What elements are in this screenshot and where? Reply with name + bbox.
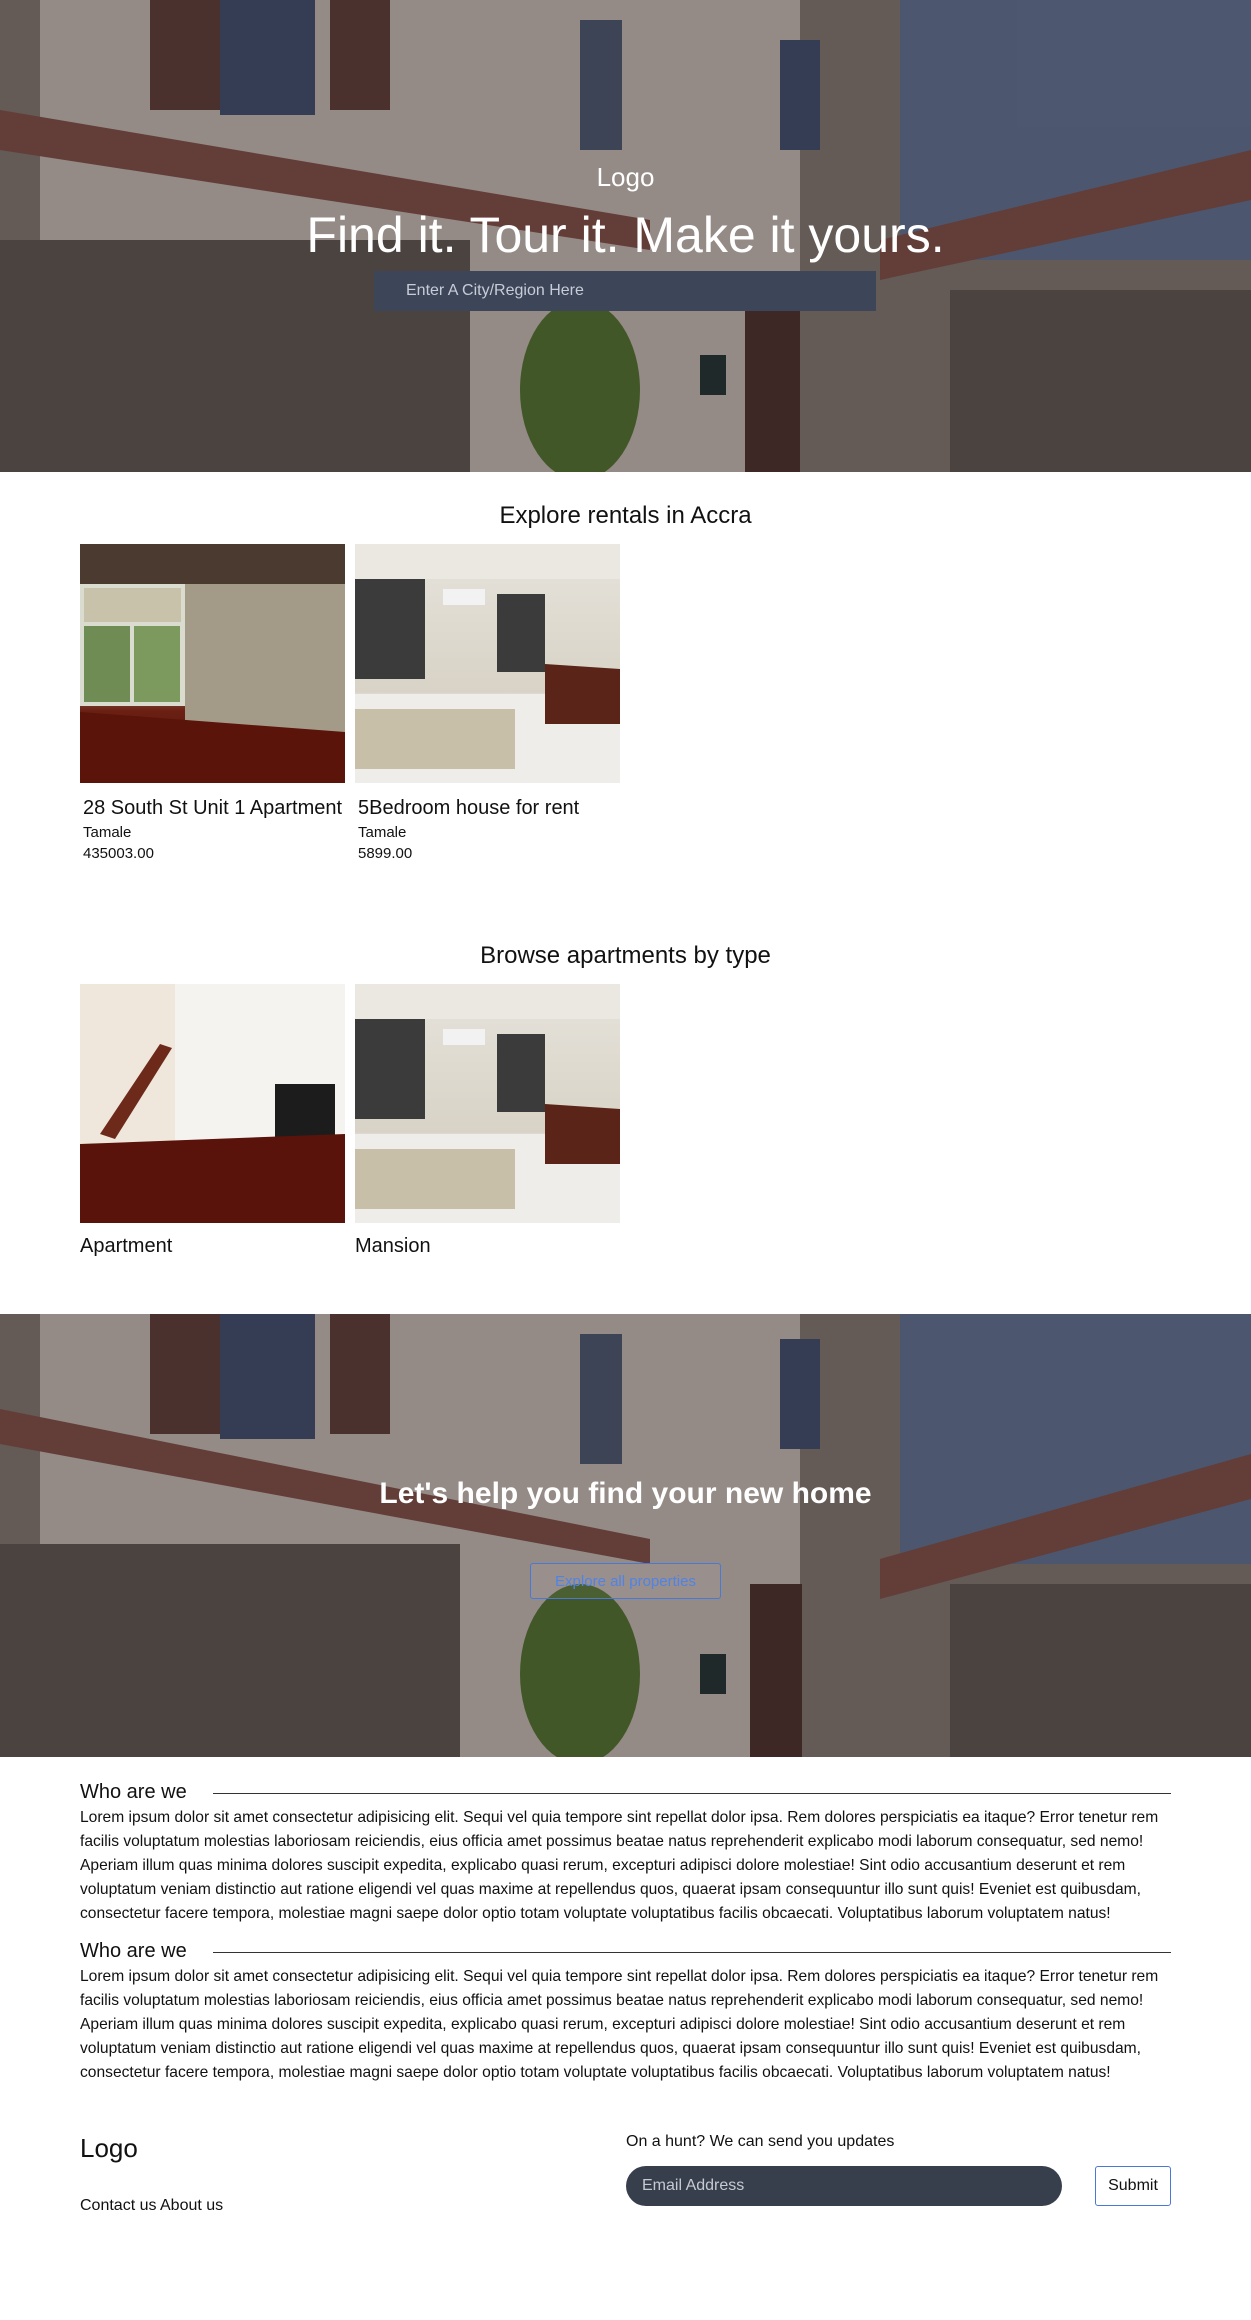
newsletter-prompt: On a hunt? We can send you updates [626,2133,895,2150]
cta-banner: Let's help you find your new home Explor… [0,1314,1251,1757]
type-card[interactable]: Mansion [355,984,620,1258]
about-block: Who are we Lorem ipsum dolor sit amet co… [80,1940,1171,2085]
rental-image[interactable] [80,544,345,783]
room-illustration [355,984,620,1223]
email-field[interactable] [626,2166,1062,2206]
types-list: Apartment Mansion [80,984,1171,1258]
types-title: Browse apartments by type [480,942,771,969]
room-illustration [355,544,620,783]
hero-banner: Logo Find it. Tour it. Make it yours. [0,0,1251,472]
rental-name[interactable]: 28 South St Unit 1 Apartment [83,797,345,820]
contact-us-link[interactable]: Contact us [80,2197,156,2215]
rentals-list: 28 South St Unit 1 Apartment Tamale 4350… [80,544,1171,862]
type-name[interactable]: Mansion [355,1235,620,1258]
rentals-section: Explore rentals in Accra 28 South St Uni… [0,502,1251,862]
about-section: Who are we Lorem ipsum dolor sit amet co… [0,1757,1251,2085]
rental-city: Tamale [358,824,407,841]
hero-logo[interactable]: Logo [0,162,1251,193]
type-name[interactable]: Apartment [80,1235,345,1258]
rental-name[interactable]: 5Bedroom house for rent [358,797,620,820]
hero-title: Find it. Tour it. Make it yours. [306,207,945,263]
rental-price: 5899.00 [358,845,413,862]
city-search-input[interactable] [374,271,876,311]
explore-all-properties-button[interactable]: Explore all properties [530,1563,721,1599]
about-title: Who are we [80,1940,187,1962]
room-illustration [80,984,345,1223]
rental-card[interactable]: 5Bedroom house for rent Tamale 5899.00 [355,544,620,862]
footer-logo[interactable]: Logo [80,2133,138,2164]
type-card[interactable]: Apartment [80,984,345,1258]
room-illustration [80,544,345,783]
about-title: Who are we [80,1781,187,1803]
cta-title: Let's help you find your new home [379,1477,872,1510]
rental-city: Tamale [83,824,132,841]
submit-button[interactable]: Submit [1095,2166,1171,2206]
footer: Logo About us Contact us On a hunt? We c… [0,2099,1251,2249]
rental-price: 435003.00 [83,845,154,862]
about-text: Lorem ipsum dolor sit amet consectetur a… [80,1809,1159,1922]
about-text: Lorem ipsum dolor sit amet consectetur a… [80,1968,1159,2081]
types-section: Browse apartments by type Apartment Mans… [0,942,1251,1258]
about-block: Who are we Lorem ipsum dolor sit amet co… [80,1781,1171,1926]
rentals-title: Explore rentals in Accra [499,502,752,529]
type-image[interactable] [355,984,620,1223]
divider [212,1952,1171,1953]
type-image[interactable] [80,984,345,1223]
rental-card[interactable]: 28 South St Unit 1 Apartment Tamale 4350… [80,544,345,862]
divider [212,1793,1171,1794]
rental-image[interactable] [355,544,620,783]
